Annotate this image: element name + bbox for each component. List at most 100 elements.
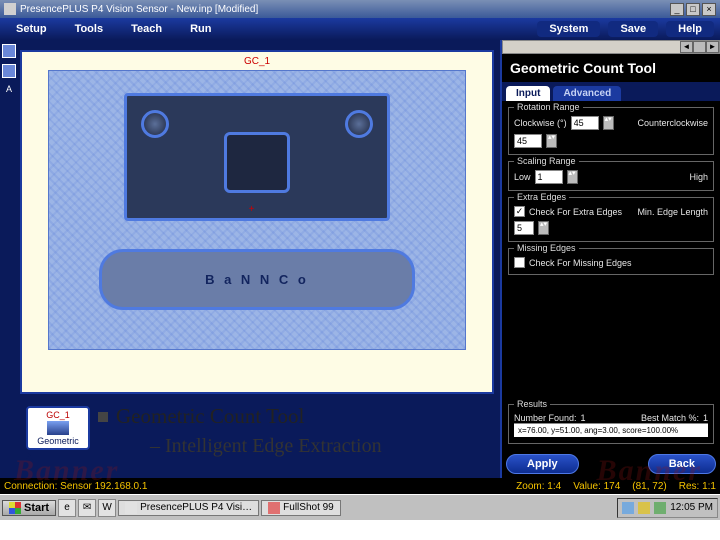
- center-shape: [224, 132, 291, 193]
- ccw-input[interactable]: [514, 134, 542, 148]
- legend-results: Results: [514, 399, 550, 409]
- app-icon: [125, 502, 137, 514]
- main-menubar: Setup Tools Teach Run System Save Help: [0, 18, 720, 40]
- menu-tools[interactable]: Tools: [61, 21, 118, 37]
- scroll-thumb[interactable]: [693, 41, 706, 53]
- extra-checkbox[interactable]: ✓: [514, 206, 525, 217]
- left-toolbar: A: [0, 40, 18, 478]
- found-value: 1: [581, 413, 586, 423]
- scale-low-spinner[interactable]: ▴▾: [567, 170, 578, 184]
- panel-title: Geometric Count Tool: [502, 54, 720, 82]
- scale-high-label: High: [689, 172, 708, 182]
- tab-advanced[interactable]: Advanced: [553, 86, 621, 101]
- group-extra-edges: Extra Edges ✓ Check For Extra Edges Min.…: [508, 197, 714, 242]
- start-button[interactable]: Start: [2, 500, 56, 516]
- roi-marker: +: [249, 204, 255, 215]
- minimize-button[interactable]: _: [670, 3, 684, 16]
- nameplate: B a N N C o: [99, 249, 415, 310]
- app-icon: [268, 502, 280, 514]
- apply-button[interactable]: Apply: [506, 454, 579, 474]
- side-label: A: [6, 84, 12, 94]
- window-title: PresencePLUS P4 Vision Sensor - New.inp …: [20, 4, 670, 15]
- group-rotation: Rotation Range Clockwise (°) ▴▾ Counterc…: [508, 107, 714, 155]
- legend-extra: Extra Edges: [514, 192, 569, 202]
- tab-input[interactable]: Input: [506, 86, 550, 101]
- ccw-spinner[interactable]: ▴▾: [546, 134, 557, 148]
- panel-scrollbar[interactable]: ◄ ►: [502, 40, 720, 54]
- cw-input[interactable]: [571, 116, 599, 130]
- status-res: Res: 1:1: [679, 481, 716, 492]
- maximize-button[interactable]: □: [686, 3, 700, 16]
- status-zoom: Zoom: 1:4: [516, 481, 561, 492]
- menu-save[interactable]: Save: [608, 21, 658, 37]
- window-titlebar: PresencePLUS P4 Vision Sensor - New.inp …: [0, 0, 720, 18]
- tray-icon[interactable]: [622, 502, 634, 514]
- close-button[interactable]: ×: [702, 3, 716, 16]
- start-label: Start: [24, 502, 49, 514]
- scale-low-input[interactable]: [535, 170, 563, 184]
- scroll-left-icon[interactable]: ◄: [680, 41, 693, 53]
- tool-chip-icon: [47, 421, 69, 435]
- best-value: 1: [703, 413, 708, 423]
- quicklaunch-icon[interactable]: ✉: [78, 499, 96, 517]
- status-bar: Connection: Sensor 192.168.0.1 Zoom: 1:4…: [0, 478, 720, 494]
- windows-taskbar: Start e ✉ W PresencePLUS P4 Visi… FullSh…: [0, 494, 720, 520]
- bullet-square-icon: [98, 412, 108, 422]
- tool-chip-name: Geometric: [37, 436, 79, 446]
- group-missing-edges: Missing Edges Check For Missing Edges: [508, 248, 714, 275]
- slide-bullet: Geometric Count Tool: [116, 404, 304, 429]
- menu-setup[interactable]: Setup: [2, 21, 61, 37]
- menu-teach[interactable]: Teach: [117, 21, 176, 37]
- windows-logo-icon: [9, 502, 21, 514]
- clock: 12:05 PM: [670, 502, 713, 513]
- menu-system[interactable]: System: [537, 21, 600, 37]
- status-coord: (81, 72): [632, 481, 666, 492]
- roi-label: GC_1: [244, 56, 270, 67]
- extra-chk-label: Check For Extra Edges: [529, 207, 622, 217]
- app-icon: [4, 3, 16, 15]
- cw-spinner[interactable]: ▴▾: [603, 116, 614, 130]
- status-connection: Connection: Sensor 192.168.0.1: [4, 481, 147, 492]
- best-label: Best Match %:: [641, 413, 699, 423]
- legend-rotation: Rotation Range: [514, 102, 583, 112]
- task-label: FullShot 99: [283, 502, 334, 513]
- tray-icon[interactable]: [638, 502, 650, 514]
- taskbar-item[interactable]: PresencePLUS P4 Visi…: [118, 500, 259, 516]
- status-value: Value: 174: [573, 481, 620, 492]
- taskbar-item[interactable]: FullShot 99: [261, 500, 341, 516]
- ccw-label: Counterclockwise: [637, 118, 708, 128]
- menu-help[interactable]: Help: [666, 21, 714, 37]
- group-scaling: Scaling Range Low ▴▾ High: [508, 161, 714, 191]
- quicklaunch-icon[interactable]: W: [98, 499, 116, 517]
- missing-chk-label: Check For Missing Edges: [529, 258, 632, 268]
- slide-caption: Geometric Count Tool – Intelligent Edge …: [98, 398, 488, 458]
- group-results: Results Number Found: 1 Best Match %: 1 …: [508, 404, 714, 444]
- tray-icon[interactable]: [654, 502, 666, 514]
- side-tool-icon[interactable]: [2, 64, 16, 78]
- missing-checkbox[interactable]: [514, 257, 525, 268]
- cw-label: Clockwise (°): [514, 118, 567, 128]
- task-label: PresencePLUS P4 Visi…: [140, 502, 252, 513]
- scale-low-label: Low: [514, 172, 531, 182]
- result-readout: x=76.00, y=51.00, ang=3.00, score=100.00…: [514, 423, 708, 437]
- min-edge-label: Min. Edge Length: [637, 207, 708, 217]
- found-label: Number Found:: [514, 413, 577, 423]
- tool-chip[interactable]: GC_1 Geometric: [26, 406, 90, 450]
- min-edge-spinner[interactable]: ▴▾: [538, 221, 549, 235]
- scroll-right-icon[interactable]: ►: [706, 41, 719, 53]
- bolt-left-icon: [141, 110, 169, 138]
- vision-image[interactable]: + B a N N C o: [48, 70, 466, 350]
- tool-panel: ◄ ► Geometric Count Tool Input Advanced …: [500, 40, 720, 478]
- system-tray[interactable]: 12:05 PM: [617, 498, 718, 518]
- tool-prefix: A:: [26, 452, 35, 463]
- legend-missing: Missing Edges: [514, 243, 579, 253]
- menu-run[interactable]: Run: [176, 21, 225, 37]
- side-tool-icon[interactable]: [2, 44, 16, 58]
- legend-scaling: Scaling Range: [514, 156, 579, 166]
- tool-chip-label: GC_1: [46, 410, 70, 420]
- slide-sub: – Intelligent Edge Extraction: [150, 435, 488, 458]
- quicklaunch-icon[interactable]: e: [58, 499, 76, 517]
- back-button[interactable]: Back: [648, 454, 716, 474]
- min-edge-input[interactable]: [514, 221, 534, 235]
- vision-canvas-frame: GC_1 + B a N N C o: [20, 50, 494, 394]
